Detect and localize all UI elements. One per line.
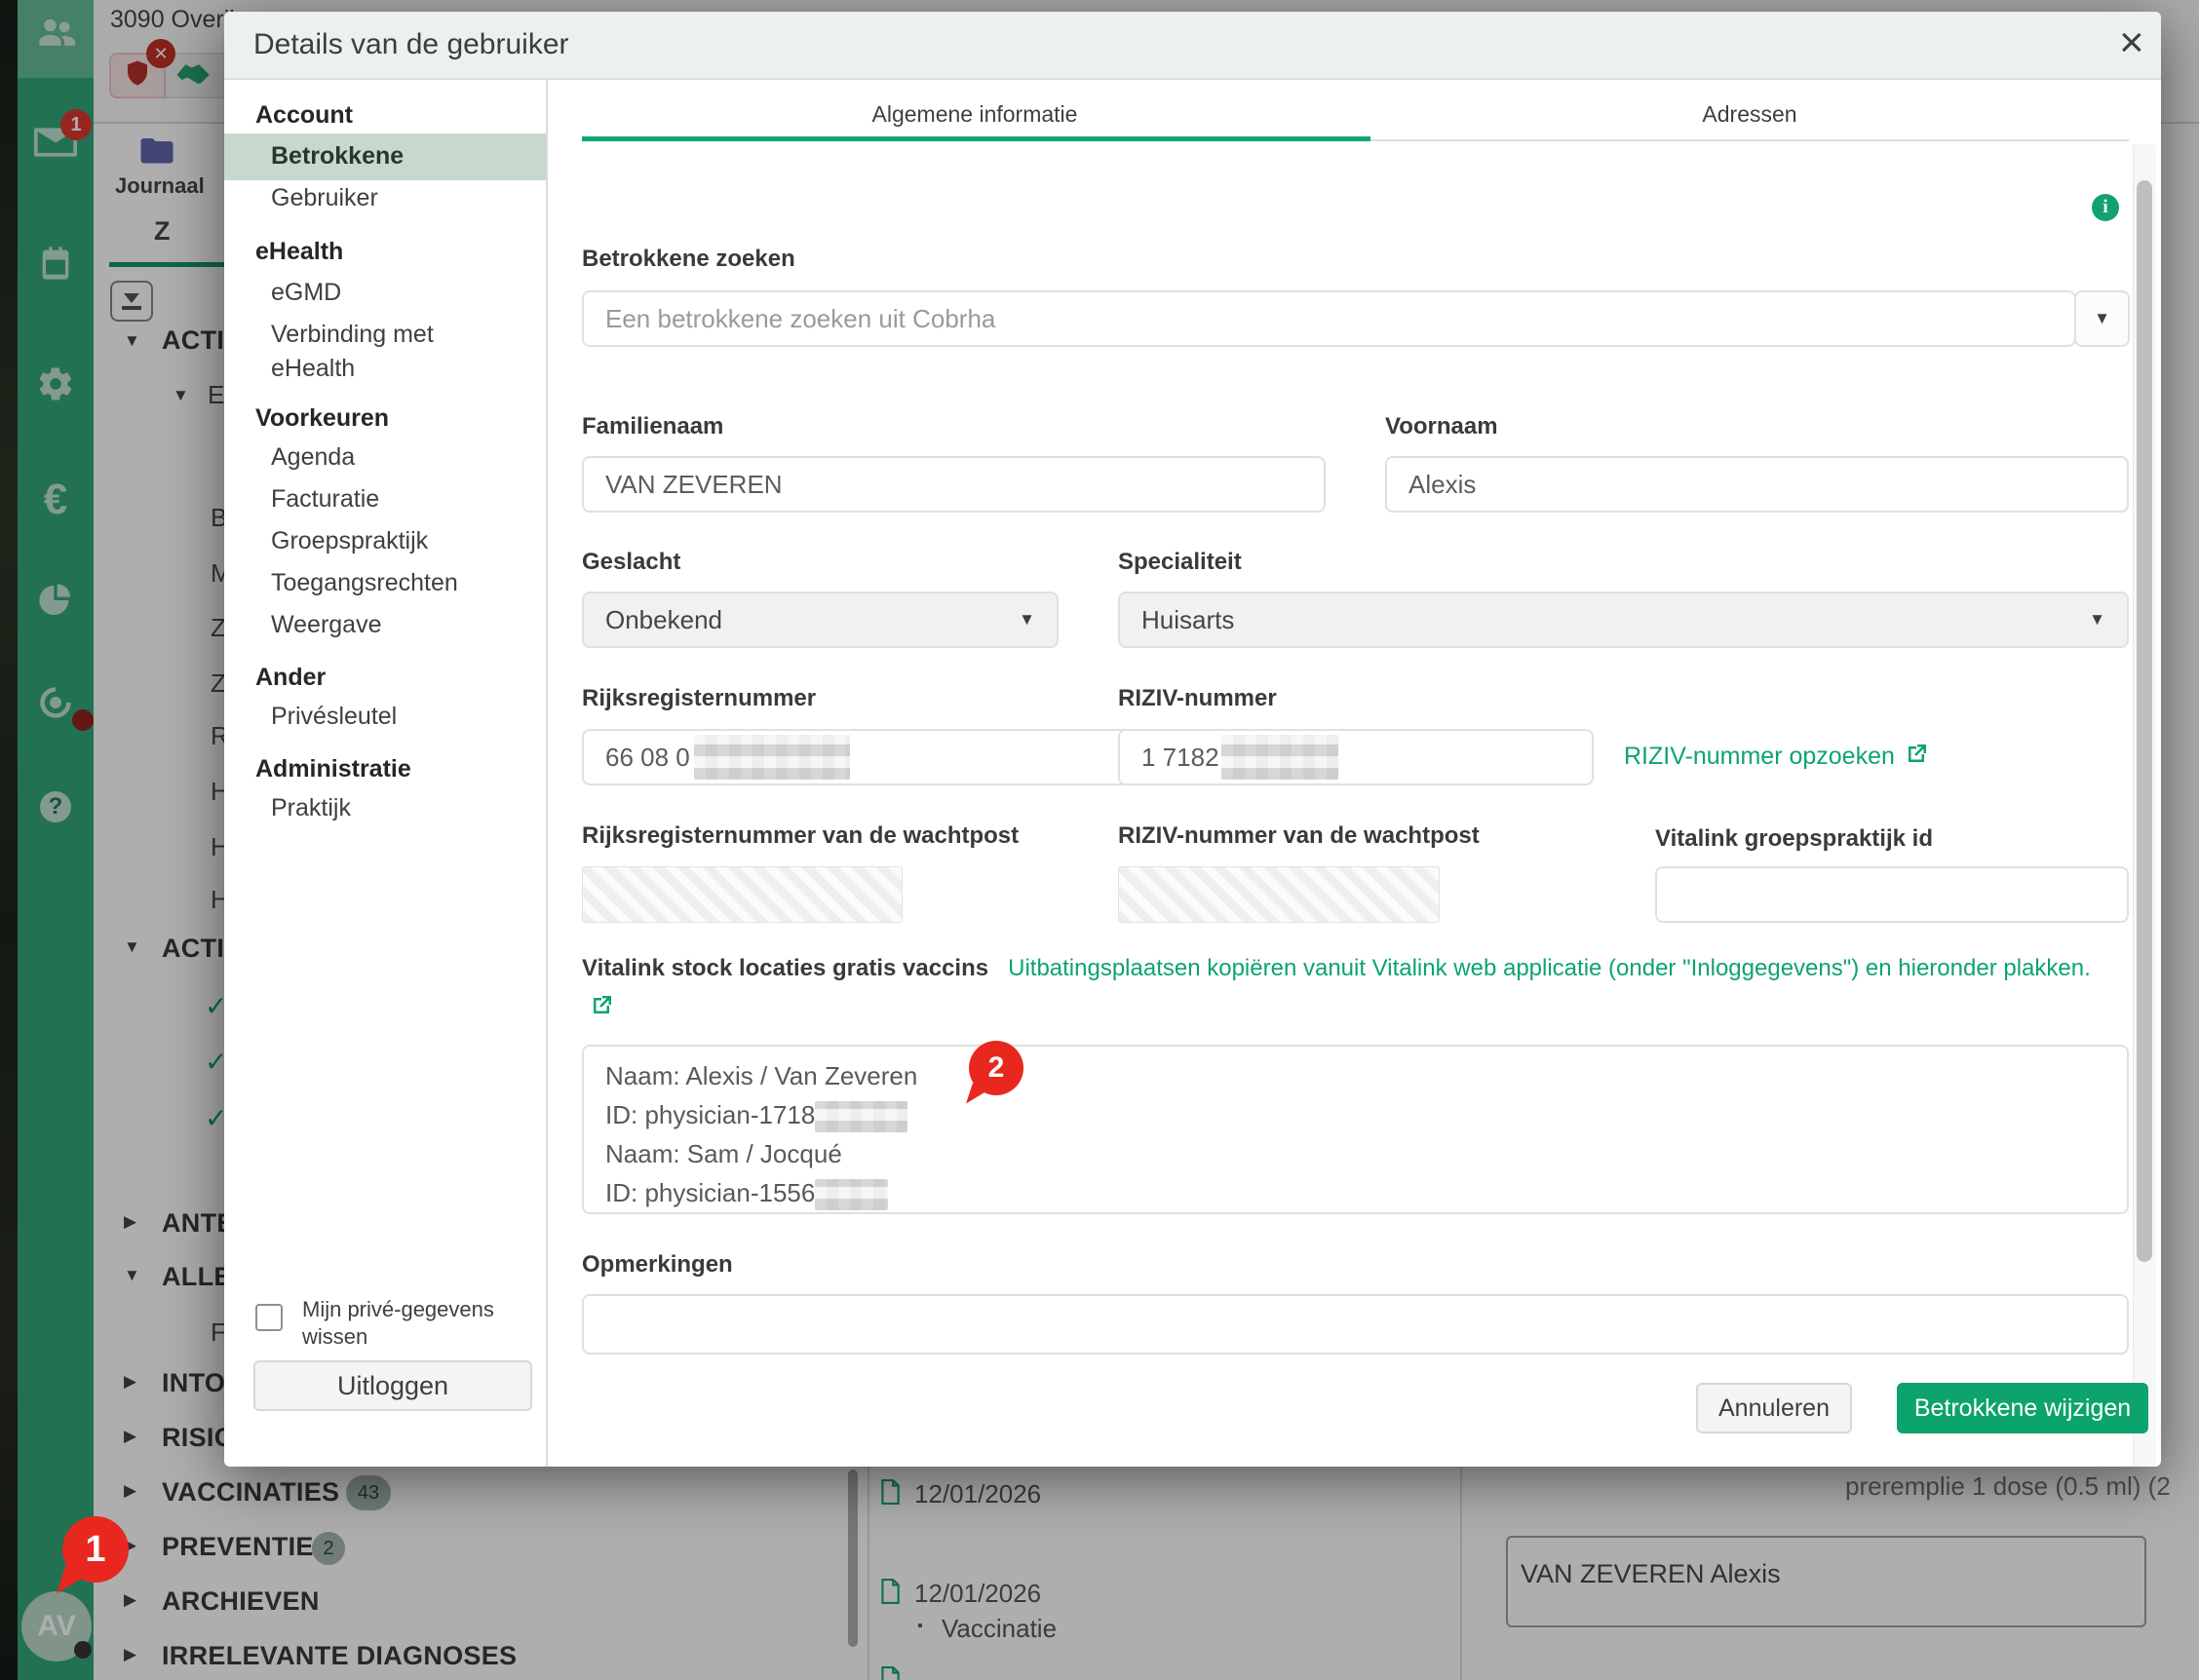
rijksregisternummer-label: Rijksregisternummer [582,685,817,711]
sidebar-section-ehealth: eHealth [255,238,344,265]
wachtpost-riziv-field-disabled [1118,866,1440,923]
chevron-down-icon: ▼ [1019,610,1035,629]
specialiteit-select[interactable]: Huisarts ▼ [1118,592,2129,648]
vitalink-groepspraktijk-field[interactable] [1655,866,2129,923]
redacted-blur [1220,735,1338,780]
voornaam-label: Voornaam [1385,413,1498,439]
geslacht-label: Geslacht [582,549,681,575]
redacted-blur [815,1179,889,1211]
info-icon[interactable]: i [2092,194,2119,221]
external-link-icon[interactable] [590,991,613,1030]
sidebar-item-facturatie[interactable]: Facturatie [271,485,379,514]
close-icon[interactable]: × [2119,21,2144,64]
sidebar-item-toegangsrechten[interactable]: Toegangsrechten [271,569,458,597]
cancel-button[interactable]: Annuleren [1696,1383,1852,1433]
external-link-icon [1905,743,1928,771]
sidebar-item-privesleutel[interactable]: Privésleutel [271,703,397,731]
annotation-marker-2: 2 [969,1041,1023,1095]
chevron-down-icon: ▼ [2094,309,2110,327]
sidebar-item-egmd[interactable]: eGMD [271,279,341,307]
screen: 3090 Overij ✕ Journaal Z ▼ ACTI ▼ E B M … [0,0,2199,1680]
wachtpost-rijksregister-field-disabled [582,866,903,923]
wachtpost-riziv-label: RIZIV-nummer van de wachtpost [1118,822,1480,849]
annotation-marker-1: 1 [62,1516,129,1583]
sidebar-item-verbinding-ehealth[interactable]: Verbinding met eHealth [271,318,505,386]
redacted-blur [693,735,850,780]
vitalink-stock-paragraph: Vitalink stock locaties gratis vaccins U… [582,949,2098,1030]
user-details-dialog: Details van de gebruiker × Account Betro… [224,12,2161,1467]
sidebar-item-agenda[interactable]: Agenda [271,443,355,472]
riziv-opzoeken-link[interactable]: RIZIV-nummer opzoeken [1624,743,1928,771]
specialiteit-label: Specialiteit [1118,549,1242,575]
sidebar-section-account: Account [255,101,353,129]
search-dropdown-button[interactable]: ▼ [2074,290,2130,347]
dialog-title: Details van de gebruiker [253,28,569,60]
voornaam-field[interactable]: Alexis [1385,456,2129,513]
familienaam-field[interactable]: VAN ZEVEREN [582,456,1326,513]
dialog-sidebar-divider [546,80,548,1467]
vitalink-stock-textarea[interactable]: Naam: Alexis / Van Zeveren ID: physician… [582,1045,2129,1214]
privacy-checkbox[interactable] [255,1304,283,1331]
dialog-scrollbar-thumb[interactable] [2137,180,2152,1262]
vitalink-groepspraktijk-label: Vitalink groepspraktijk id [1655,825,1933,852]
sidebar-item-groepspraktijk[interactable]: Groepspraktijk [271,527,428,555]
search-input[interactable]: Een betrokkene zoeken uit Cobrha [582,290,2076,347]
vitalink-stock-label: Vitalink stock locaties gratis vaccins [582,955,989,981]
wachtpost-rijksregister-label: Rijksregisternummer van de wachtpost [582,822,1020,849]
riziv-nummer-label: RIZIV-nummer [1118,685,1277,711]
search-label: Betrokkene zoeken [582,246,795,272]
chevron-down-icon: ▼ [2089,610,2105,629]
logout-button[interactable]: Uitloggen [253,1360,532,1411]
sidebar-item-praktijk[interactable]: Praktijk [271,794,351,822]
sidebar-section-ander: Ander [255,664,327,691]
privacy-checkbox-label: Mijn privé-gegevens wissen [302,1297,494,1349]
riziv-nummer-field[interactable]: 1 7182 [1118,729,1594,785]
redacted-blur [815,1101,908,1133]
familienaam-label: Familienaam [582,413,724,439]
sidebar-item-weergave[interactable]: Weergave [271,611,382,639]
sidebar-item-betrokkene[interactable]: Betrokkene [271,142,404,171]
active-tab-underline [582,136,1370,141]
tab-adressen[interactable]: Adressen [1516,101,1984,128]
tab-algemene-informatie[interactable]: Algemene informatie [741,101,1209,128]
sidebar-section-voorkeuren: Voorkeuren [255,404,390,432]
opmerkingen-textarea[interactable] [582,1294,2129,1355]
sidebar-section-administratie: Administratie [255,755,411,783]
opmerkingen-label: Opmerkingen [582,1251,733,1278]
sidebar-item-gebruiker[interactable]: Gebruiker [271,184,378,212]
vitalink-copy-link[interactable]: Uitbatingsplaatsen kopiëren vanuit Vital… [1008,955,2091,981]
submit-button[interactable]: Betrokkene wijzigen [1897,1383,2148,1433]
geslacht-select[interactable]: Onbekend ▼ [582,592,1059,648]
inactive-tab-underline [1370,139,2129,141]
